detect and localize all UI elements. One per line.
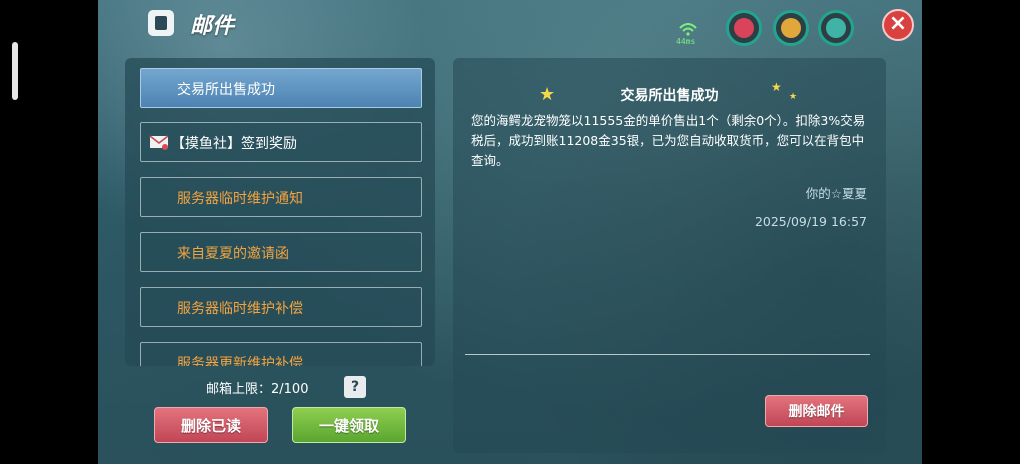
mail-item-label: 【摸鱼社】签到奖励 [171,136,297,152]
mail-sender: 你的☆夏夏 [805,186,867,201]
delete-mail-button[interactable]: 删除邮件 [765,395,868,427]
mail-item[interactable]: 服务器更新维护补偿 [140,342,422,366]
close-icon: × [888,11,908,36]
divider [465,354,870,355]
window-title: 邮件 [190,14,235,39]
mail-list-panel[interactable]: 交易所出售成功 【摸鱼社】签到奖励 服务器临时维护通知 来自夏夏的邀请函 服务器… [125,58,435,366]
droplet-icon [826,18,846,38]
envelope-icon [149,135,169,150]
mail-item-label: 服务器临时维护通知 [177,191,303,207]
delete-read-button[interactable]: 删除已读 [154,407,268,443]
droplet-button[interactable] [818,10,854,46]
mail-item-label: 服务器临时维护补偿 [177,301,303,317]
mail-date: 2025/09/19 16:57 [754,214,867,229]
mail-item-label: 服务器更新维护补偿 [177,356,303,366]
title-bar: 邮件 44ms × [98,0,922,50]
game-screen: 邮件 44ms × 交易所出售成功 【摸鱼社】签到奖励 服务器临时维护通知 来自… [98,0,922,464]
mail-detail-panel: ★ ★ ★ 交易所出售成功 您的海鳄龙宠物笼以11555金的单价售出1个（剩余0… [453,58,886,453]
heart-button[interactable] [726,10,762,46]
mail-item[interactable]: 交易所出售成功 [140,68,422,108]
mail-item-label: 来自夏夏的邀请函 [177,246,289,262]
mail-detail-title: 交易所出售成功 [620,88,719,104]
arrow-button[interactable] [773,10,809,46]
phone-side-handle [12,42,18,100]
mail-item[interactable]: 服务器临时维护补偿 [140,287,422,327]
arrow-icon [781,18,801,38]
claim-all-button[interactable]: 一键领取 [292,407,406,443]
mail-header-icon [148,10,174,36]
mail-item[interactable]: 服务器临时维护通知 [140,177,422,217]
mail-item[interactable]: 【摸鱼社】签到奖励 [140,122,422,162]
ping-readout: 44ms [676,37,696,46]
mailbox-limit: 邮箱上限：2/100 [206,382,309,397]
mail-item-label: 交易所出售成功 [177,82,275,98]
heart-icon [734,18,754,38]
wifi-icon [679,23,697,36]
close-button[interactable]: × [882,9,914,41]
help-button[interactable]: ? [344,376,366,398]
mail-item[interactable]: 来自夏夏的邀请函 [140,232,422,272]
mail-detail-body: 您的海鳄龙宠物笼以11555金的单价售出1个（剩余0个）。扣除3%交易税后，成功… [471,113,866,168]
